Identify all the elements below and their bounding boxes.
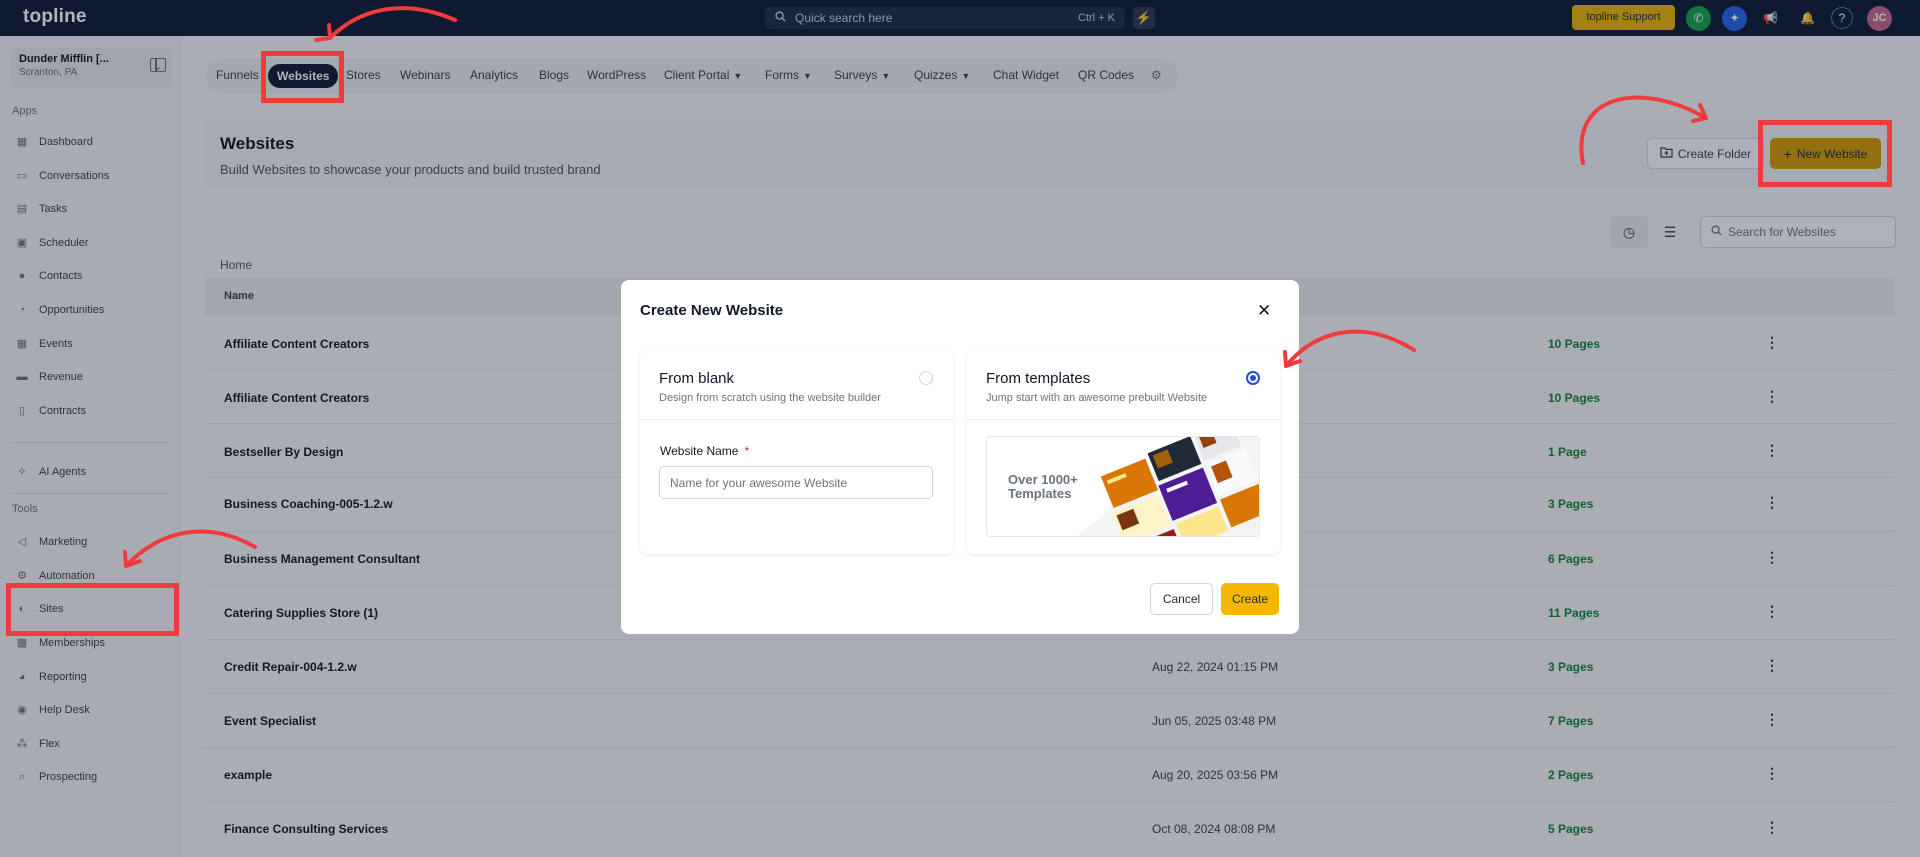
website-name-label: Website Name *: [660, 444, 749, 458]
from-blank-option[interactable]: From blank Design from scratch using the…: [640, 350, 953, 554]
from-templates-description: Jump start with an awesome prebuilt Webs…: [986, 392, 1208, 404]
annotation-highlight-new-website: [1758, 120, 1892, 187]
from-blank-header[interactable]: From blank Design from scratch using the…: [640, 350, 953, 420]
from-templates-radio[interactable]: [1246, 371, 1260, 385]
required-asterisk: *: [744, 444, 750, 458]
close-icon[interactable]: ✕: [1257, 301, 1271, 321]
from-templates-option[interactable]: From templates Jump start with an awesom…: [967, 350, 1280, 554]
annotation-highlight-websites-tab: [261, 51, 344, 103]
create-website-modal: Create New Website ✕ From blank Design f…: [621, 280, 1299, 634]
templates-collage-image: [1077, 437, 1259, 536]
from-blank-title: From blank: [659, 370, 735, 387]
modal-title: Create New Website: [640, 302, 784, 319]
from-templates-header[interactable]: From templates Jump start with an awesom…: [967, 350, 1280, 420]
templates-preview-image: Over 1000+ Templates: [986, 436, 1260, 537]
cancel-button[interactable]: Cancel: [1150, 583, 1213, 615]
website-name-label-text: Website Name: [660, 444, 739, 458]
from-templates-title: From templates: [986, 370, 1091, 387]
from-blank-description: Design from scratch using the website bu…: [659, 392, 881, 404]
create-button[interactable]: Create: [1221, 583, 1279, 615]
annotation-highlight-sites: [6, 583, 179, 636]
website-name-input[interactable]: [659, 466, 933, 499]
from-blank-radio[interactable]: [919, 371, 933, 385]
